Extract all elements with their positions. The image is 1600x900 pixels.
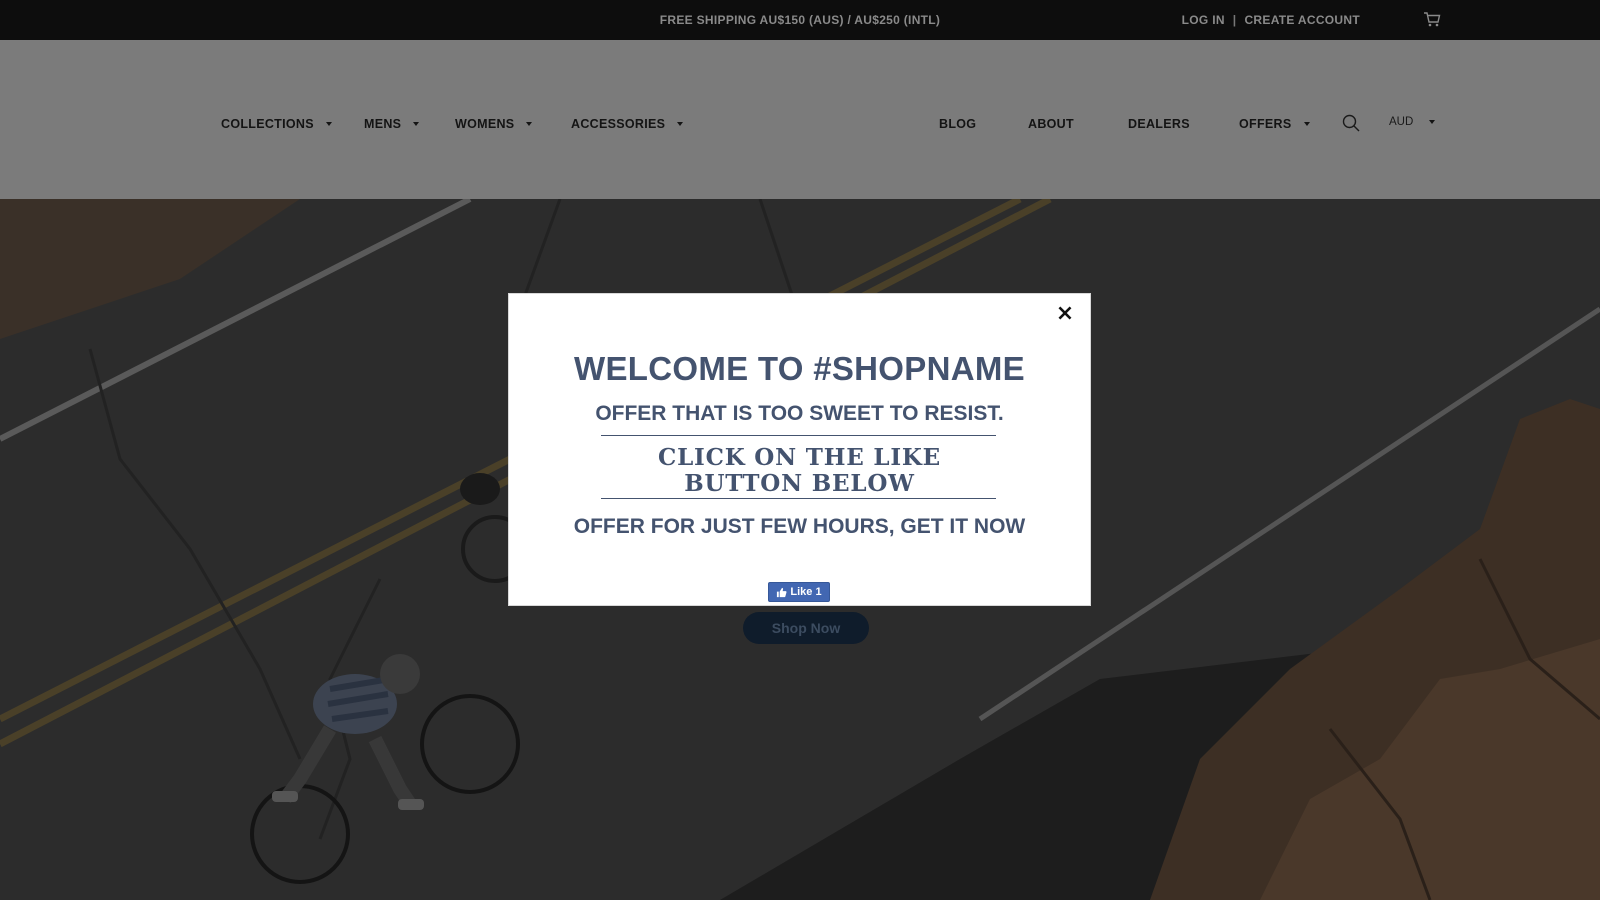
thumbs-up-icon (777, 587, 787, 597)
chevron-down-icon (413, 122, 420, 126)
cta-line: BUTTON BELOW (684, 470, 915, 497)
welcome-popup: × WELCOME TO #SHOPNAME OFFER THAT IS TOO… (508, 293, 1091, 606)
nav-collections[interactable]: COLLECTIONS (221, 117, 332, 131)
shop-now-button[interactable]: Shop Now (743, 612, 869, 644)
chevron-down-icon (1429, 120, 1436, 124)
shipping-notice: FREE SHIPPING AU$150 (AUS) / AU$250 (INT… (659, 13, 941, 27)
nav-accessories[interactable]: ACCESSORIES (571, 117, 684, 131)
create-account-link[interactable]: CREATE ACCOUNT (1244, 13, 1360, 27)
nav-label: WOMENS (455, 117, 515, 131)
nav-label: COLLECTIONS (221, 117, 314, 131)
nav-label: DEALERS (1128, 117, 1190, 131)
facebook-like-button[interactable]: Like 1 (768, 582, 830, 602)
popup-subtitle: OFFER THAT IS TOO SWEET TO RESIST. (595, 402, 1004, 425)
nav-womens[interactable]: WOMENS (455, 117, 533, 131)
divider (601, 498, 996, 499)
nav-mens[interactable]: MENS (364, 117, 420, 131)
chevron-down-icon (325, 122, 332, 126)
chevron-down-icon (1303, 122, 1310, 126)
cart-icon[interactable] (1423, 10, 1441, 28)
nav-label: ACCESSORIES (571, 117, 666, 131)
account-links: LOG IN | CREATE ACCOUNT (1182, 13, 1360, 27)
search-icon[interactable] (1341, 113, 1361, 133)
popup-offer-text: OFFER FOR JUST FEW HOURS, GET IT NOW (573, 515, 1026, 538)
nav-dealers[interactable]: DEALERS (1128, 117, 1190, 131)
nav-blog[interactable]: BLOG (939, 117, 976, 131)
currency-value: AUD (1389, 116, 1414, 128)
divider (601, 435, 996, 436)
account-separator: | (1232, 13, 1237, 27)
currency-selector[interactable]: AUD (1389, 116, 1436, 128)
cta-line: CLICK ON THE LIKE (657, 444, 942, 471)
popup-title: WELCOME TO #SHOPNAME (574, 350, 1025, 387)
popup-cta: CLICK ON THE LIKE BUTTON BELOW (509, 445, 1090, 497)
close-icon[interactable]: × (1054, 303, 1076, 325)
nav-label: MENS (364, 117, 402, 131)
nav-label: OFFERS (1239, 117, 1292, 131)
nav-about[interactable]: ABOUT (1028, 117, 1074, 131)
nav-label: BLOG (939, 117, 977, 131)
chevron-down-icon (677, 122, 684, 126)
nav-offers[interactable]: OFFERS (1239, 117, 1310, 131)
chevron-down-icon (526, 122, 533, 126)
nav-label: ABOUT (1028, 117, 1074, 131)
announcement-bar: FREE SHIPPING AU$150 (AUS) / AU$250 (INT… (0, 0, 1600, 40)
site-header: COLLECTIONS MENS WOMENS ACCESSORIES BLOG… (0, 40, 1600, 199)
like-label: Like 1 (790, 586, 822, 598)
login-link[interactable]: LOG IN (1182, 13, 1225, 27)
